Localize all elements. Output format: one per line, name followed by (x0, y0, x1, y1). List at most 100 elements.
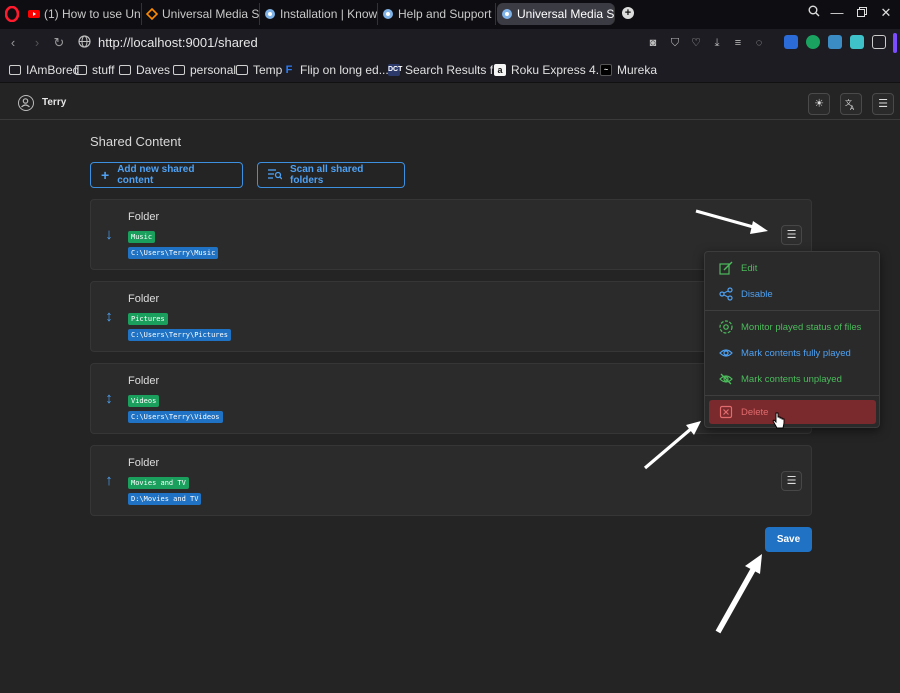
svg-text:A: A (850, 105, 855, 110)
extension-icon-1[interactable] (784, 35, 798, 49)
share-icon (718, 286, 734, 302)
folder-type-label: Folder (128, 375, 160, 387)
eye-off-icon (718, 371, 734, 387)
forward-icon[interactable]: › (29, 35, 45, 51)
folder-name-badge: Videos (128, 395, 160, 407)
tab-ums-1[interactable]: Universal Media Serv (142, 3, 260, 25)
browser-tab-bar: (1) How to use Unive Universal Media Ser… (0, 0, 900, 29)
move-up-down-arrow-icon[interactable]: ↕ (103, 308, 115, 325)
edit-pencil-icon (718, 260, 734, 276)
extension-icon-3[interactable] (828, 35, 842, 49)
shared-folder-card: ↑ Folder Movies and TV D:\Movies and TV … (90, 445, 812, 516)
tab-help-support[interactable]: Help and Support - F (378, 3, 496, 25)
add-shared-content-button[interactable]: + Add new shared content (90, 162, 243, 188)
knowledge-icon (264, 8, 276, 20)
easy-setup-icon[interactable]: ≡ (731, 36, 745, 50)
save-button[interactable]: Save (765, 527, 812, 552)
bookmark-search-results[interactable]: DCT Search Results f... (388, 63, 503, 77)
folder-type-label: Folder (128, 211, 160, 223)
camera-icon[interactable]: ◙ (646, 36, 660, 50)
url-text[interactable]: http://localhost:9001/shared (98, 35, 258, 50)
folder-path-badge: C:\Users\Terry\Music (128, 247, 219, 259)
folder-icon (75, 65, 87, 75)
bookmark-temp[interactable]: Temp (236, 63, 282, 77)
ums-diamond-icon (146, 8, 158, 20)
folder-path-badge: C:\Users\Terry\Videos (128, 411, 223, 423)
folder-menu-button[interactable]: ☰ (781, 225, 802, 245)
youtube-icon (28, 8, 40, 20)
extension-icon-4[interactable] (850, 35, 864, 49)
bookmark-daves[interactable]: Daves (119, 63, 170, 77)
tab-installation[interactable]: Installation | Knowlec (260, 3, 378, 25)
menu-item-mark-played[interactable]: Mark contents fully played (705, 342, 879, 364)
extension-icon-2[interactable] (806, 35, 820, 49)
bookmark-iambored[interactable]: IAmBored (9, 63, 79, 77)
menu-item-disable[interactable]: Disable (705, 283, 879, 305)
site-info-icon[interactable] (76, 35, 92, 51)
flip-icon: F (285, 64, 293, 76)
bookmark-personal[interactable]: personal (173, 63, 236, 77)
opera-logo-icon[interactable] (5, 6, 19, 22)
folder-actions-menu: Edit Disable Monitor played status of fi… (704, 251, 880, 428)
eye-icon (718, 345, 734, 361)
folder-type-label: Folder (128, 457, 160, 469)
menu-item-monitor-played[interactable]: Monitor played status of files (705, 316, 879, 338)
folder-name-badge: Pictures (128, 313, 168, 325)
ums-icon (501, 8, 513, 20)
minimize-icon[interactable]: — (827, 5, 847, 20)
extension-cube-icon[interactable] (872, 35, 886, 49)
bookmark-mureka[interactable]: ~ Mureka (600, 63, 657, 77)
bookmark-flip[interactable]: F Flip on long ed... (283, 63, 389, 77)
folder-menu-button[interactable]: ☰ (781, 471, 802, 491)
search-tabs-icon[interactable] (804, 5, 824, 20)
bookmarks-bar: IAmBored stuff Daves personal Temp F Flip… (0, 57, 900, 83)
profile-icon[interactable]: ◌ (752, 36, 766, 50)
plus-icon: + (101, 167, 110, 183)
delete-x-square-icon (718, 404, 734, 420)
tab-label: (1) How to use Unive (44, 7, 141, 21)
tab-label: Universal Media Serv (162, 7, 260, 21)
shield-icon[interactable]: ⛉ (668, 36, 682, 50)
reload-icon[interactable]: ↻ (51, 35, 67, 51)
page-title: Shared Content (90, 134, 182, 149)
amazon-icon: a (494, 64, 506, 76)
folder-icon (236, 65, 248, 75)
folder-path-badge: C:\Users\Terry\Pictures (128, 329, 231, 341)
username[interactable]: Terry (42, 97, 66, 108)
restore-icon[interactable] (852, 5, 872, 20)
user-avatar-icon[interactable] (18, 95, 34, 111)
tab-ums-active[interactable]: Universal Media Serv (497, 3, 615, 25)
menu-item-delete[interactable]: Delete (709, 400, 876, 424)
monitor-eye-icon (718, 319, 734, 335)
mureka-icon: ~ (600, 64, 612, 76)
menu-item-mark-unplayed[interactable]: Mark contents unplayed (705, 368, 879, 390)
folder-icon (119, 65, 131, 75)
tab-youtube[interactable]: (1) How to use Unive (24, 3, 142, 25)
download-icon[interactable]: ⤓ (710, 36, 724, 50)
tab-label: Help and Support - F (398, 7, 495, 21)
move-up-down-arrow-icon[interactable]: ↕ (103, 390, 115, 407)
app-header: Terry ☀ 文A ☰ (0, 84, 900, 120)
main-menu-icon[interactable]: ☰ (872, 93, 894, 115)
address-bar-row: ‹ › ↻ http://localhost:9001/shared ◙ ⛉ ♡… (0, 29, 900, 57)
hand-pointer-cursor-icon (772, 412, 785, 429)
close-window-icon[interactable]: ✕ (876, 5, 896, 21)
new-tab-plus-icon[interactable]: + (622, 7, 634, 19)
move-up-arrow-icon[interactable]: ↑ (103, 472, 115, 489)
bookmark-stuff[interactable]: stuff (75, 63, 114, 77)
bookmark-roku[interactable]: a Roku Express 4... (494, 63, 606, 77)
dct-icon: DCT (388, 64, 402, 76)
menu-item-edit[interactable]: Edit (705, 257, 879, 279)
move-down-arrow-icon[interactable]: ↓ (103, 226, 115, 243)
language-icon[interactable]: 文A (840, 93, 862, 115)
menu-divider (705, 395, 879, 396)
sidebar-toggle[interactable] (893, 33, 897, 53)
theme-toggle-sun-icon[interactable]: ☀ (808, 93, 830, 115)
scan-shared-folders-button[interactable]: Scan all shared folders (257, 162, 405, 188)
heart-icon[interactable]: ♡ (689, 36, 703, 50)
folder-path-badge: D:\Movies and TV (128, 493, 202, 505)
tab-label: Installation | Knowlec (280, 7, 378, 21)
folder-icon (9, 65, 21, 75)
back-icon[interactable]: ‹ (5, 35, 21, 51)
help-icon (382, 8, 394, 20)
